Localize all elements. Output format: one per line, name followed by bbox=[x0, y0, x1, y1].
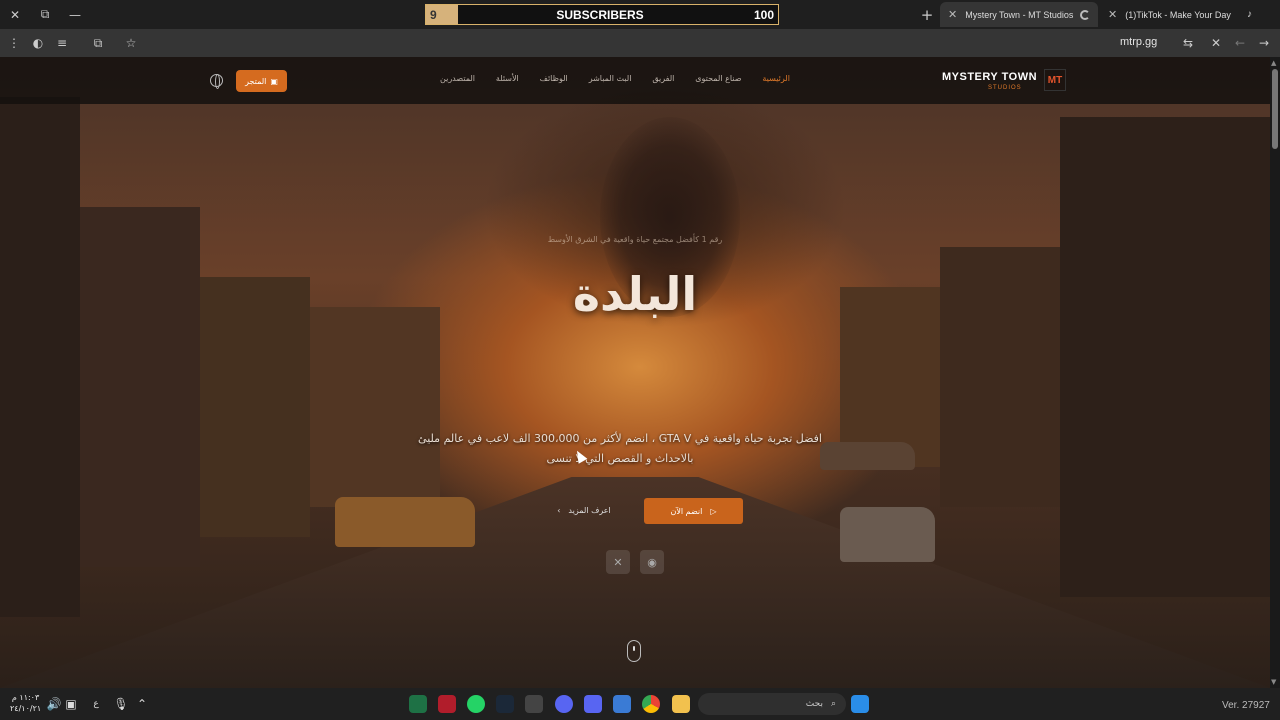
discord-app-icon[interactable] bbox=[584, 695, 602, 713]
address-bar: ⋮ ◐ ≡ ⧉ ☆ mtrp.gg ⇆ ✕ ← → bbox=[0, 29, 1280, 57]
url-text[interactable]: mtrp.gg bbox=[1120, 36, 1157, 48]
nav-home[interactable]: الرئيسية bbox=[762, 74, 790, 88]
hero-description: افضل تجربة حياة واقعية في GTA V ، انضم ل… bbox=[418, 432, 822, 465]
whatsapp-app-icon[interactable] bbox=[467, 695, 485, 713]
store-button[interactable]: المتجر ▣ bbox=[236, 70, 287, 92]
version-label: Ver. 27927 bbox=[1222, 700, 1270, 711]
play-icon: ▷ bbox=[710, 506, 717, 516]
building-left bbox=[200, 277, 310, 537]
nav-jobs[interactable]: الوظائف bbox=[540, 74, 568, 88]
restore-icon[interactable]: ⧉ bbox=[30, 0, 60, 29]
logo-sub: STUDIOS bbox=[988, 85, 1022, 91]
scrollbar-thumb[interactable] bbox=[1272, 69, 1278, 149]
network-icon[interactable]: ▣ bbox=[63, 696, 79, 712]
site-settings-icon[interactable]: ⇆ bbox=[1180, 35, 1196, 51]
loading-spinner-icon bbox=[1080, 9, 1090, 20]
minimize-icon[interactable]: — bbox=[60, 0, 90, 29]
site-logo[interactable]: MYSTERY TOWN STUDIOS MT bbox=[940, 69, 1068, 93]
microphone-icon[interactable]: 🎙 bbox=[113, 696, 129, 712]
clock-time: ١١:٠٣ م bbox=[11, 693, 40, 702]
browser-title-bar: ✕ ⧉ — 9 SUBSCRIBERS 100 + ✕ Mystery Town… bbox=[0, 0, 1280, 29]
forward-icon[interactable]: ← bbox=[1232, 35, 1248, 51]
learn-more-label: اعرف المزيد bbox=[568, 505, 611, 515]
bookmark-star-icon[interactable]: ☆ bbox=[123, 35, 139, 51]
tab-label: (1)TikTok - Make Your Day bbox=[1125, 9, 1231, 20]
tab-close-icon[interactable]: ✕ bbox=[948, 8, 957, 21]
page-scrollbar[interactable]: ▲ ▼ bbox=[1270, 57, 1280, 688]
join-now-button[interactable]: انضم الآن ▷ bbox=[644, 498, 743, 524]
acrobat-app-icon[interactable] bbox=[438, 695, 456, 713]
store-app-icon[interactable] bbox=[613, 695, 631, 713]
excel-app-icon[interactable] bbox=[409, 695, 427, 713]
logo-name: MYSTERY TOWN bbox=[942, 71, 1038, 83]
close-icon[interactable]: ✕ bbox=[0, 0, 30, 29]
unity-app-icon[interactable] bbox=[525, 695, 543, 713]
nav-live[interactable]: البث المباشر bbox=[589, 74, 632, 88]
chevron-up-icon[interactable]: ⌃ bbox=[134, 696, 150, 712]
new-tab-button[interactable]: + bbox=[917, 5, 937, 25]
menu-icon[interactable]: ⋮ bbox=[6, 35, 22, 51]
language-indicator[interactable]: ع bbox=[88, 696, 104, 712]
extensions-icon[interactable]: ⧉ bbox=[90, 35, 106, 51]
subscriber-label: SUBSCRIBERS bbox=[556, 7, 644, 22]
site-nav-links: الرئيسية صناع المحتوى الفريق البث المباش… bbox=[440, 74, 790, 88]
building-right bbox=[840, 287, 940, 467]
search-icon: ⌕ bbox=[830, 699, 836, 709]
chrome-app-icon[interactable] bbox=[642, 695, 660, 713]
building-right bbox=[1060, 117, 1270, 597]
subscriber-counter: 9 SUBSCRIBERS 100 bbox=[425, 4, 779, 25]
website-viewport: MYSTERY TOWN STUDIOS MT الرئيسية صناع ال… bbox=[0, 57, 1270, 688]
subscriber-current: 9 bbox=[430, 7, 437, 22]
logo-badge: MT bbox=[1044, 69, 1066, 91]
tab-mystery-town[interactable]: ✕ Mystery Town - MT Studios | M bbox=[940, 2, 1098, 27]
file-explorer-icon[interactable] bbox=[672, 695, 690, 713]
building-right bbox=[940, 247, 1060, 507]
nav-team[interactable]: الفريق bbox=[652, 74, 674, 88]
steam-app-icon[interactable] bbox=[496, 695, 514, 713]
x-icon[interactable]: ✕ bbox=[606, 550, 630, 574]
join-now-label: انضم الآن bbox=[670, 506, 703, 516]
subscriber-target: 100 bbox=[753, 7, 774, 22]
taskbar: ١١:٠٣ م ٢٤/١٠/٢١ 🔊 ▣ ع 🎙 ⌃ بحث ⌕ Ver. 27… bbox=[0, 688, 1280, 720]
building-left bbox=[0, 97, 80, 617]
search-placeholder: بحث bbox=[805, 699, 823, 709]
app-icon[interactable] bbox=[555, 695, 573, 713]
shopping-bag-icon: ▣ bbox=[270, 76, 278, 86]
scroll-up-icon[interactable]: ▲ bbox=[1271, 59, 1276, 67]
clock-date: ٢٤/١٠/٢١ bbox=[10, 704, 42, 713]
nav-faq[interactable]: الأسئلة bbox=[496, 74, 519, 88]
site-header: MYSTERY TOWN STUDIOS MT الرئيسية صناع ال… bbox=[0, 57, 1270, 104]
scroll-mouse-icon bbox=[627, 640, 641, 662]
learn-more-button[interactable]: ‹ اعرف المزيد bbox=[546, 500, 622, 520]
back-icon[interactable]: → bbox=[1256, 35, 1272, 51]
volume-icon[interactable]: 🔊 bbox=[46, 696, 62, 712]
tab-close-icon[interactable]: ✕ bbox=[1108, 8, 1117, 21]
building-left bbox=[310, 307, 440, 507]
tab-tiktok[interactable]: ✕ (1)TikTok - Make Your Day ♪ bbox=[1100, 2, 1260, 27]
scroll-down-icon[interactable]: ▼ bbox=[1271, 678, 1276, 686]
store-button-label: المتجر bbox=[245, 76, 267, 86]
chevron-left-icon: ‹ bbox=[557, 505, 561, 515]
wrecked-car bbox=[335, 497, 475, 547]
discord-icon[interactable]: ◉ bbox=[640, 550, 664, 574]
wrecked-car bbox=[840, 507, 935, 562]
hero-title: البلدة bbox=[572, 267, 698, 321]
reading-list-icon[interactable]: ≡ bbox=[54, 35, 70, 51]
stop-loading-icon[interactable]: ✕ bbox=[1208, 35, 1224, 51]
tiktok-icon: ♪ bbox=[1247, 9, 1252, 20]
tab-label: Mystery Town - MT Studios | M bbox=[965, 9, 1076, 20]
building-left bbox=[80, 207, 200, 567]
nav-creators[interactable]: صناع المحتوى bbox=[695, 74, 741, 88]
language-globe-icon[interactable] bbox=[210, 74, 223, 89]
hero-tagline: رقم 1 كأفضل مجتمع حياة واقعية في الشرق ا… bbox=[547, 235, 723, 244]
windows-start-icon[interactable] bbox=[851, 695, 869, 713]
profile-icon[interactable]: ◐ bbox=[30, 35, 46, 51]
nav-leaderboard[interactable]: المتصدرين bbox=[440, 74, 475, 88]
taskbar-clock[interactable]: ١١:٠٣ م ٢٤/١٠/٢١ bbox=[10, 692, 41, 714]
taskbar-search[interactable]: بحث ⌕ bbox=[698, 693, 846, 715]
